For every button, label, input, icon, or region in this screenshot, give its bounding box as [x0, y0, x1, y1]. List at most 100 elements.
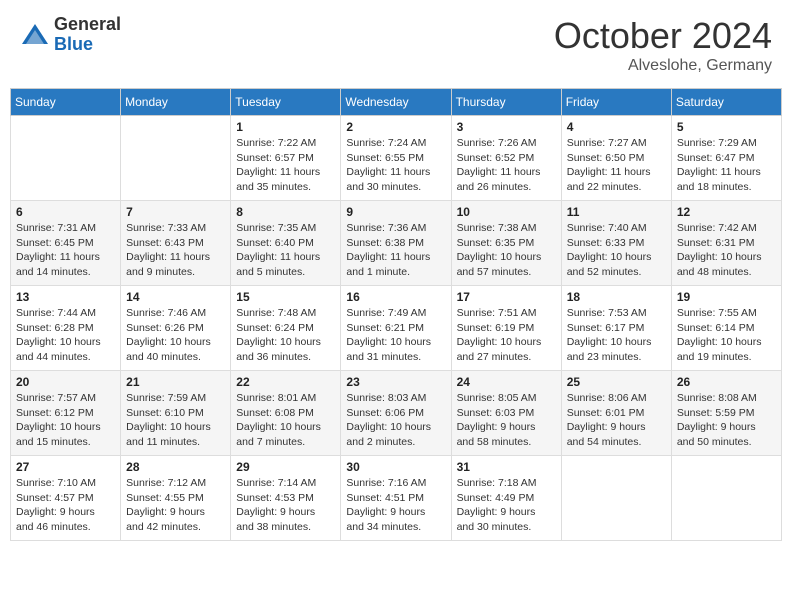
- day-info: Sunrise: 7:35 AMSunset: 6:40 PMDaylight:…: [236, 221, 335, 280]
- col-sunday: Sunday: [11, 89, 121, 116]
- day-info: Sunrise: 7:29 AMSunset: 6:47 PMDaylight:…: [677, 136, 776, 195]
- day-info: Sunrise: 8:08 AMSunset: 5:59 PMDaylight:…: [677, 391, 776, 450]
- day-number: 7: [126, 205, 225, 219]
- table-row: 30 Sunrise: 7:16 AMSunset: 4:51 PMDayligh…: [341, 456, 451, 541]
- day-number: 15: [236, 290, 335, 304]
- day-info: Sunrise: 7:57 AMSunset: 6:12 PMDaylight:…: [16, 391, 115, 450]
- day-number: 11: [567, 205, 666, 219]
- table-row: 31Sunrise: 7:18 AMSunset: 4:49 PMDayligh…: [451, 456, 561, 541]
- day-info: Sunrise: 8:03 AMSunset: 6:06 PMDaylight:…: [346, 391, 445, 450]
- table-row: 21 Sunrise: 7:59 AMSunset: 6:10 PMDayligh…: [121, 371, 231, 456]
- table-row: 28 Sunrise: 7:12 AMSunset: 4:55 PMDayligh…: [121, 456, 231, 541]
- page-header: General Blue October 2024 Alveslohe, Ger…: [10, 10, 782, 80]
- table-row: 23Sunrise: 8:03 AMSunset: 6:06 PMDayligh…: [341, 371, 451, 456]
- table-row: 7 Sunrise: 7:33 AMSunset: 6:43 PMDaylight…: [121, 201, 231, 286]
- day-info: Sunrise: 7:14 AMSunset: 4:53 PMDaylight:…: [236, 476, 335, 535]
- day-number: 26: [677, 375, 776, 389]
- day-info: Sunrise: 7:38 AMSunset: 6:35 PMDaylight:…: [457, 221, 556, 280]
- day-number: 6: [16, 205, 115, 219]
- day-info: Sunrise: 7:12 AMSunset: 4:55 PMDaylight:…: [126, 476, 225, 535]
- day-number: 21: [126, 375, 225, 389]
- day-info: Sunrise: 7:48 AMSunset: 6:24 PMDaylight:…: [236, 306, 335, 365]
- day-info: Sunrise: 7:24 AMSunset: 6:55 PMDaylight:…: [346, 136, 445, 195]
- day-info: Sunrise: 7:26 AMSunset: 6:52 PMDaylight:…: [457, 136, 556, 195]
- day-info: Sunrise: 7:49 AMSunset: 6:21 PMDaylight:…: [346, 306, 445, 365]
- day-number: 2: [346, 120, 445, 134]
- day-info: Sunrise: 7:59 AMSunset: 6:10 PMDaylight:…: [126, 391, 225, 450]
- day-number: 28: [126, 460, 225, 474]
- logo: General Blue: [20, 15, 121, 55]
- table-row: 2 Sunrise: 7:24 AMSunset: 6:55 PMDaylight…: [341, 116, 451, 201]
- day-number: 12: [677, 205, 776, 219]
- calendar-table: Sunday Monday Tuesday Wednesday Thursday…: [10, 88, 782, 541]
- table-row: 20 Sunrise: 7:57 AMSunset: 6:12 PMDayligh…: [11, 371, 121, 456]
- table-row: 13 Sunrise: 7:44 AMSunset: 6:28 PMDayligh…: [11, 286, 121, 371]
- col-tuesday: Tuesday: [231, 89, 341, 116]
- day-info: Sunrise: 7:44 AMSunset: 6:28 PMDaylight:…: [16, 306, 115, 365]
- table-row: [561, 456, 671, 541]
- table-row: 22 Sunrise: 8:01 AMSunset: 6:08 PMDayligh…: [231, 371, 341, 456]
- day-number: 27: [16, 460, 115, 474]
- day-number: 8: [236, 205, 335, 219]
- day-info: Sunrise: 7:36 AMSunset: 6:38 PMDaylight:…: [346, 221, 445, 280]
- table-row: 5Sunrise: 7:29 AMSunset: 6:47 PMDaylight…: [671, 116, 781, 201]
- logo-icon: [20, 20, 50, 50]
- title-area: October 2024 Alveslohe, Germany: [554, 15, 772, 75]
- day-info: Sunrise: 8:01 AMSunset: 6:08 PMDaylight:…: [236, 391, 335, 450]
- day-info: Sunrise: 7:22 AMSunset: 6:57 PMDaylight:…: [236, 136, 335, 195]
- logo-text: General Blue: [54, 15, 121, 55]
- day-number: 17: [457, 290, 556, 304]
- day-info: Sunrise: 7:10 AMSunset: 4:57 PMDaylight:…: [16, 476, 115, 535]
- calendar-week-row: 27 Sunrise: 7:10 AMSunset: 4:57 PMDayligh…: [11, 456, 782, 541]
- col-monday: Monday: [121, 89, 231, 116]
- table-row: 29 Sunrise: 7:14 AMSunset: 4:53 PMDayligh…: [231, 456, 341, 541]
- day-info: Sunrise: 7:27 AMSunset: 6:50 PMDaylight:…: [567, 136, 666, 195]
- day-info: Sunrise: 7:33 AMSunset: 6:43 PMDaylight:…: [126, 221, 225, 280]
- day-number: 20: [16, 375, 115, 389]
- calendar-week-row: 13 Sunrise: 7:44 AMSunset: 6:28 PMDayligh…: [11, 286, 782, 371]
- day-number: 9: [346, 205, 445, 219]
- table-row: 14Sunrise: 7:46 AMSunset: 6:26 PMDayligh…: [121, 286, 231, 371]
- logo-general: General: [54, 15, 121, 35]
- table-row: 1Sunrise: 7:22 AMSunset: 6:57 PMDaylight…: [231, 116, 341, 201]
- day-info: Sunrise: 7:16 AMSunset: 4:51 PMDaylight:…: [346, 476, 445, 535]
- day-number: 18: [567, 290, 666, 304]
- day-info: Sunrise: 7:18 AMSunset: 4:49 PMDaylight:…: [457, 476, 556, 535]
- table-row: 27 Sunrise: 7:10 AMSunset: 4:57 PMDayligh…: [11, 456, 121, 541]
- table-row: 26 Sunrise: 8:08 AMSunset: 5:59 PMDayligh…: [671, 371, 781, 456]
- table-row: 4 Sunrise: 7:27 AMSunset: 6:50 PMDaylight…: [561, 116, 671, 201]
- day-info: Sunrise: 7:40 AMSunset: 6:33 PMDaylight:…: [567, 221, 666, 280]
- location: Alveslohe, Germany: [554, 57, 772, 75]
- day-number: 22: [236, 375, 335, 389]
- col-wednesday: Wednesday: [341, 89, 451, 116]
- calendar-week-row: 20 Sunrise: 7:57 AMSunset: 6:12 PMDayligh…: [11, 371, 782, 456]
- table-row: 9 Sunrise: 7:36 AMSunset: 6:38 PMDaylight…: [341, 201, 451, 286]
- day-number: 10: [457, 205, 556, 219]
- table-row: 25Sunrise: 8:06 AMSunset: 6:01 PMDayligh…: [561, 371, 671, 456]
- day-info: Sunrise: 7:55 AMSunset: 6:14 PMDaylight:…: [677, 306, 776, 365]
- day-number: 30: [346, 460, 445, 474]
- table-row: 6Sunrise: 7:31 AMSunset: 6:45 PMDaylight…: [11, 201, 121, 286]
- table-row: 15 Sunrise: 7:48 AMSunset: 6:24 PMDayligh…: [231, 286, 341, 371]
- table-row: 19 Sunrise: 7:55 AMSunset: 6:14 PMDayligh…: [671, 286, 781, 371]
- day-number: 3: [457, 120, 556, 134]
- logo-blue: Blue: [54, 35, 121, 55]
- day-number: 16: [346, 290, 445, 304]
- table-row: 18 Sunrise: 7:53 AMSunset: 6:17 PMDayligh…: [561, 286, 671, 371]
- day-number: 13: [16, 290, 115, 304]
- day-info: Sunrise: 7:46 AMSunset: 6:26 PMDaylight:…: [126, 306, 225, 365]
- table-row: 11 Sunrise: 7:40 AMSunset: 6:33 PMDayligh…: [561, 201, 671, 286]
- calendar-week-row: 6Sunrise: 7:31 AMSunset: 6:45 PMDaylight…: [11, 201, 782, 286]
- day-info: Sunrise: 8:05 AMSunset: 6:03 PMDaylight:…: [457, 391, 556, 450]
- day-info: Sunrise: 7:51 AMSunset: 6:19 PMDaylight:…: [457, 306, 556, 365]
- day-number: 24: [457, 375, 556, 389]
- table-row: [11, 116, 121, 201]
- calendar-week-row: 1Sunrise: 7:22 AMSunset: 6:57 PMDaylight…: [11, 116, 782, 201]
- day-number: 4: [567, 120, 666, 134]
- month-title: October 2024: [554, 15, 772, 57]
- table-row: 8 Sunrise: 7:35 AMSunset: 6:40 PMDaylight…: [231, 201, 341, 286]
- table-row: 12Sunrise: 7:42 AMSunset: 6:31 PMDayligh…: [671, 201, 781, 286]
- day-info: Sunrise: 7:53 AMSunset: 6:17 PMDaylight:…: [567, 306, 666, 365]
- day-number: 29: [236, 460, 335, 474]
- day-number: 19: [677, 290, 776, 304]
